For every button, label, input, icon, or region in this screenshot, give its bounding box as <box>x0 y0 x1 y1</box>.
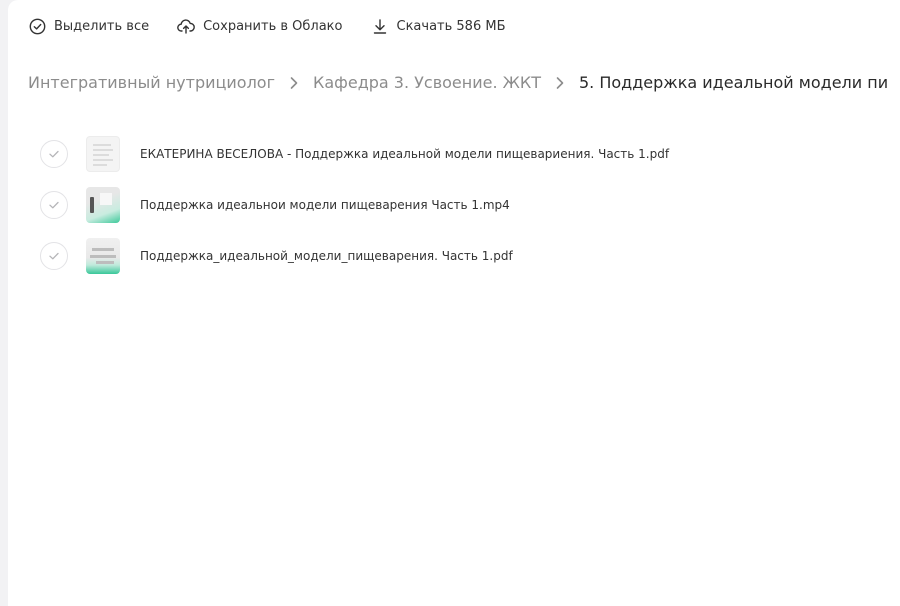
checkmark-icon <box>49 201 59 208</box>
file-select-checkbox[interactable] <box>40 139 68 168</box>
file-name[interactable]: ЕКАТЕРИНА ВЕСЕЛОВА - Поддержка идеальной… <box>140 147 669 161</box>
file-list: ЕКАТЕРИНА ВЕСЕЛОВА - Поддержка идеальной… <box>40 128 880 281</box>
file-name[interactable]: Поддержка_идеальной_модели_пищеварения. … <box>140 249 513 263</box>
breadcrumb-current-folder: 5. Поддержка идеальной модели пи... <box>579 73 888 92</box>
toolbar: Выделить все Сохранить в Облако Скачать … <box>28 14 534 38</box>
chevron-right-icon <box>289 75 299 91</box>
document-thumbnail <box>86 135 120 172</box>
save-to-cloud-button[interactable]: Сохранить в Облако <box>177 17 343 35</box>
file-share-page: Выделить все Сохранить в Облако Скачать … <box>8 0 900 606</box>
chevron-right-icon <box>555 75 565 91</box>
checkmark-icon <box>49 150 59 157</box>
file-row[interactable]: Поддержка идеальнои модели пищеварения Ч… <box>40 179 880 230</box>
video-thumbnail <box>86 186 120 223</box>
download-icon <box>371 17 389 35</box>
checkmark-icon <box>49 252 59 259</box>
download-button[interactable]: Скачать 586 МБ <box>371 17 506 35</box>
breadcrumb: Интегративный нутрициолог Кафедра 3. Усв… <box>28 73 888 92</box>
file-row[interactable]: Поддержка_идеальной_модели_пищеварения. … <box>40 230 880 281</box>
breadcrumb-item-course[interactable]: Интегративный нутрициолог <box>28 73 275 92</box>
select-all-button[interactable]: Выделить все <box>28 17 149 35</box>
file-select-checkbox[interactable] <box>40 190 68 219</box>
download-label: Скачать 586 МБ <box>396 18 506 34</box>
breadcrumb-item-department[interactable]: Кафедра 3. Усвоение. ЖКТ <box>313 73 541 92</box>
save-to-cloud-label: Сохранить в Облако <box>203 18 343 34</box>
select-all-label: Выделить все <box>54 18 150 34</box>
check-circle-icon <box>28 17 46 35</box>
file-select-checkbox[interactable] <box>40 241 68 270</box>
document-thumbnail <box>86 237 120 274</box>
file-name[interactable]: Поддержка идеальнои модели пищеварения Ч… <box>140 198 510 212</box>
cloud-upload-icon <box>177 17 196 35</box>
file-row[interactable]: ЕКАТЕРИНА ВЕСЕЛОВА - Поддержка идеальной… <box>40 128 880 179</box>
